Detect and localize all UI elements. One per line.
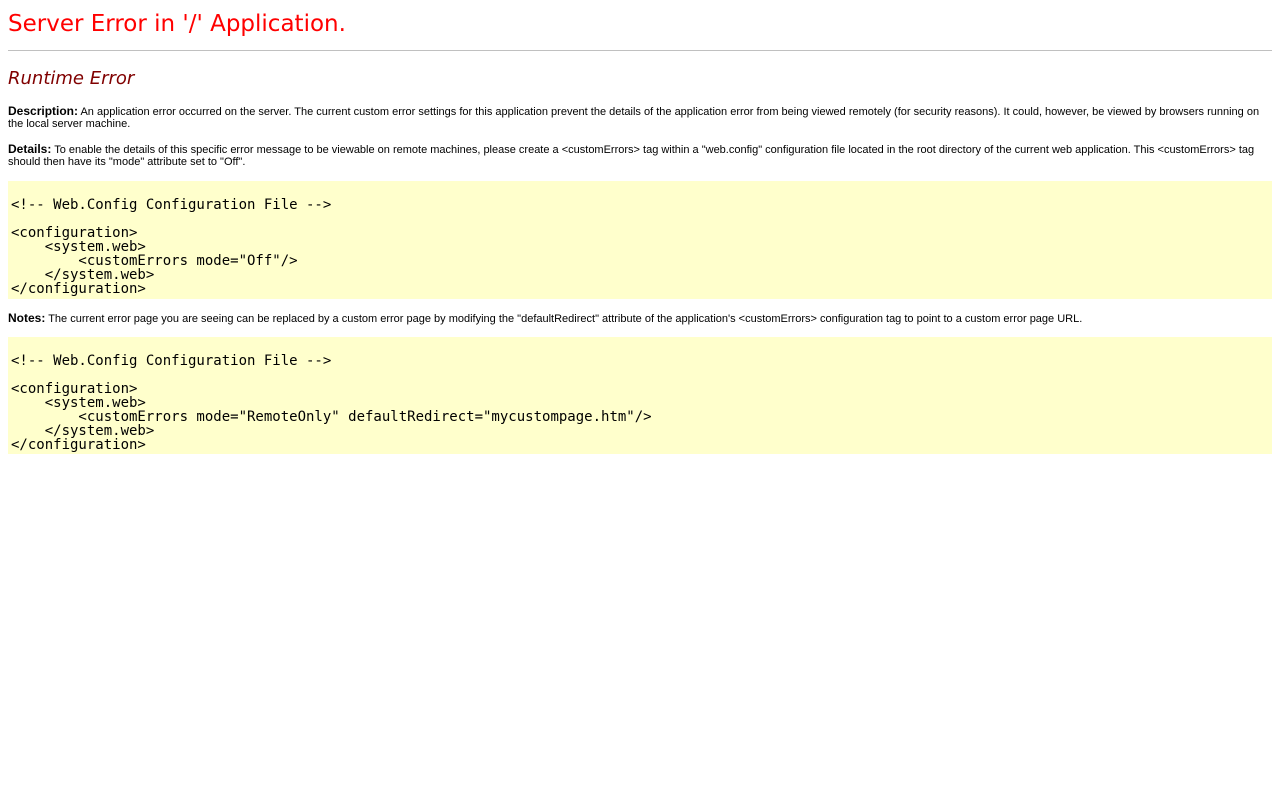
description-text: An application error occurred on the ser… [8,106,1260,130]
error-page: Server Error in '/' Application. Runtime… [0,0,1280,800]
divider [8,50,1272,51]
error-subtitle: Runtime Error [8,68,135,89]
page-title: Server Error in '/' Application. [8,11,346,37]
config-code-block-off: <!-- Web.Config Configuration File --> <… [8,181,1272,299]
notes-text: The current error page you are seeing ca… [45,313,1083,325]
description-label: Description: [8,104,79,118]
notes-paragraph: Notes: The current error page you are se… [8,312,1270,325]
details-paragraph: Details: To enable the details of this s… [8,143,1270,168]
details-label: Details: [8,142,52,156]
description-paragraph: Description: An application error occurr… [8,105,1270,130]
config-code-remoteonly: <!-- Web.Config Configuration File --> <… [11,353,652,453]
notes-label: Notes: [8,311,46,325]
config-code-block-remoteonly: <!-- Web.Config Configuration File --> <… [8,337,1272,454]
details-text: To enable the details of this specific e… [8,144,1255,168]
config-code-off: <!-- Web.Config Configuration File --> <… [11,197,332,297]
